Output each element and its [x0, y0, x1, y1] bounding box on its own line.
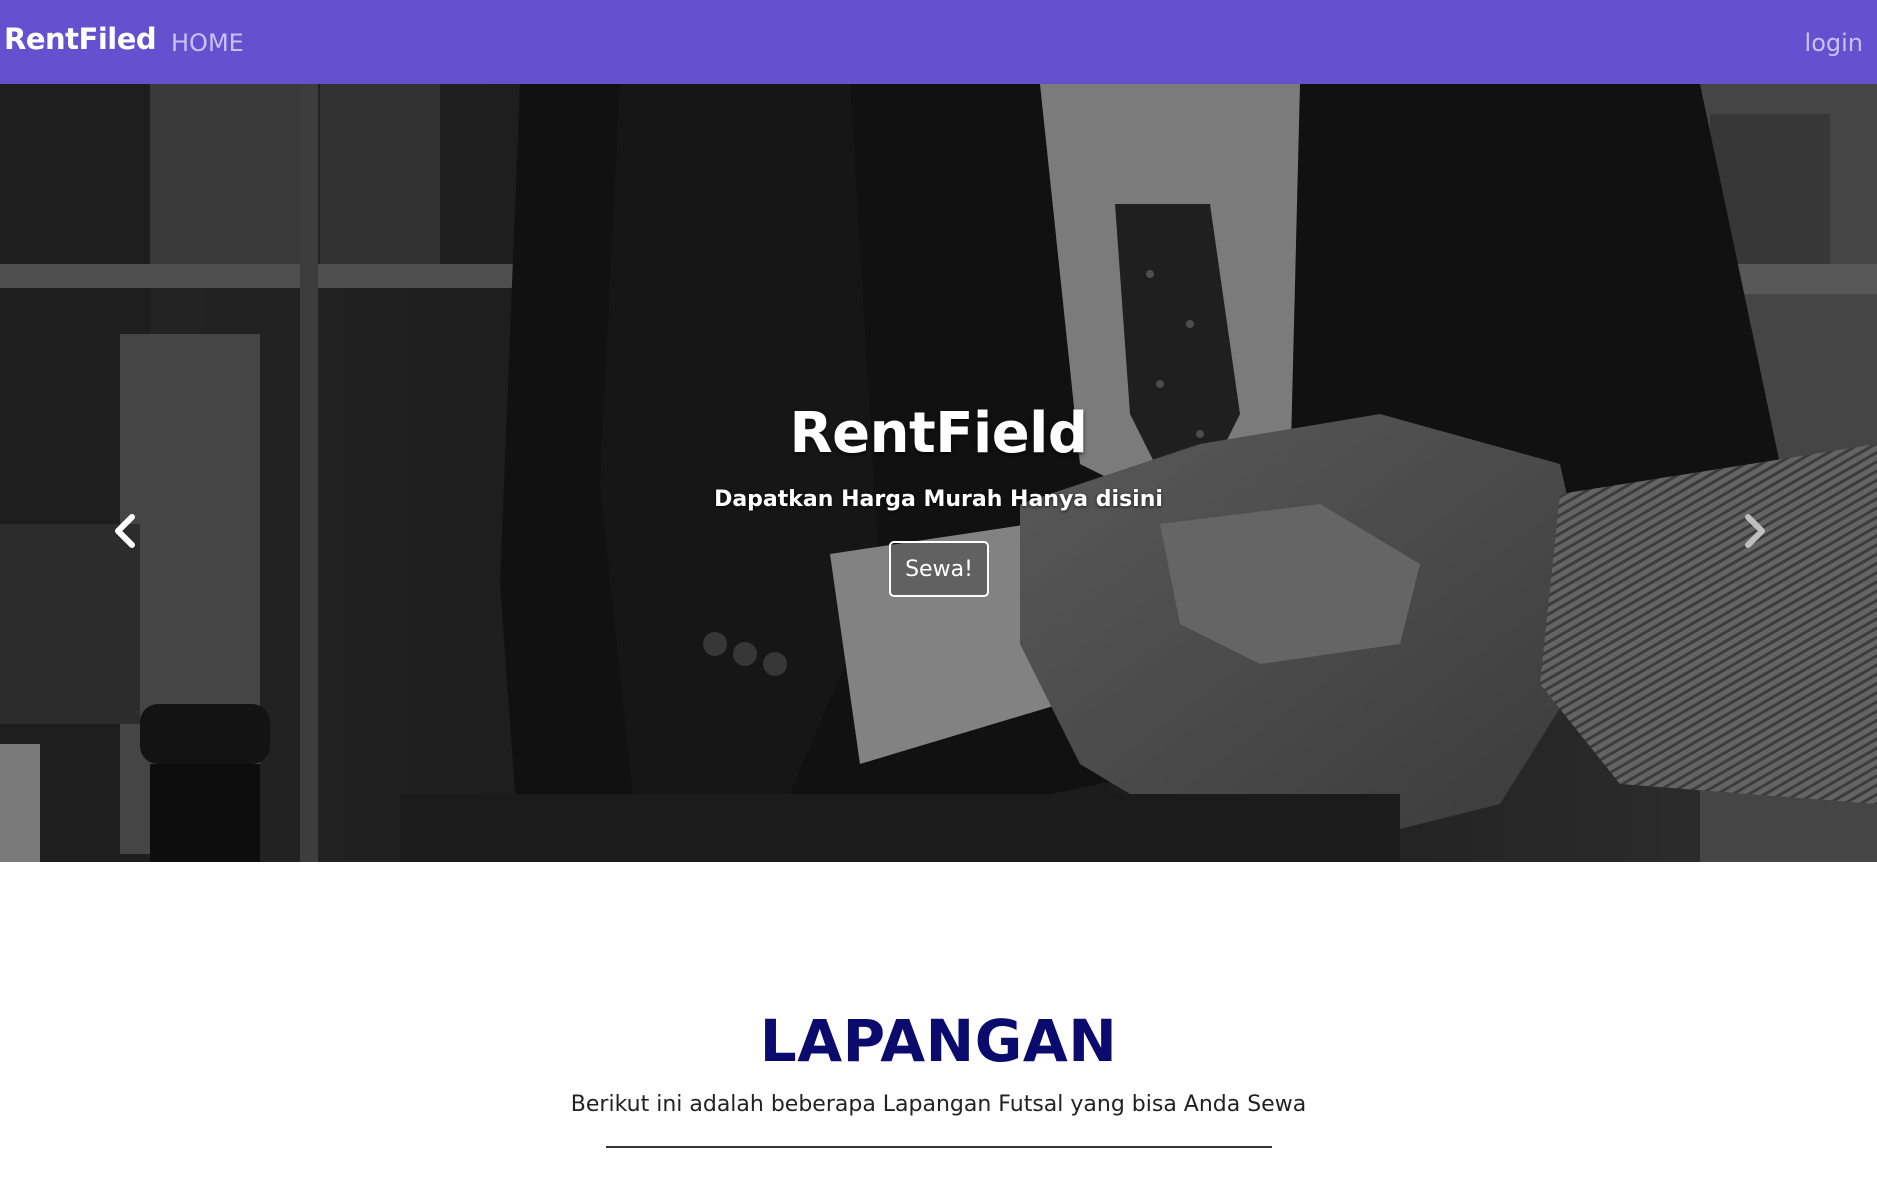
nav-link-home[interactable]: HOME [171, 29, 244, 57]
chevron-left-icon[interactable] [110, 511, 140, 551]
top-navbar: RentFiled HOME login [0, 0, 1877, 84]
chevron-right-icon[interactable] [1740, 511, 1770, 551]
section-title: LAPANGAN [759, 1007, 1118, 1075]
nav-link-login[interactable]: login [1805, 29, 1863, 57]
section-subtitle: Berikut ini adalah beberapa Lapangan Fut… [570, 1092, 1307, 1117]
brand-logo[interactable]: RentFiled [4, 22, 157, 56]
hero-title: RentField [789, 401, 1088, 466]
hero-overlay [0, 84, 1877, 862]
rent-button[interactable]: Sewa! [889, 541, 989, 597]
section-divider [606, 1146, 1272, 1148]
hero-carousel: RentField Dapatkan Harga Murah Hanya dis… [0, 84, 1877, 862]
hero-subtitle: Dapatkan Harga Murah Hanya disini [714, 487, 1163, 512]
